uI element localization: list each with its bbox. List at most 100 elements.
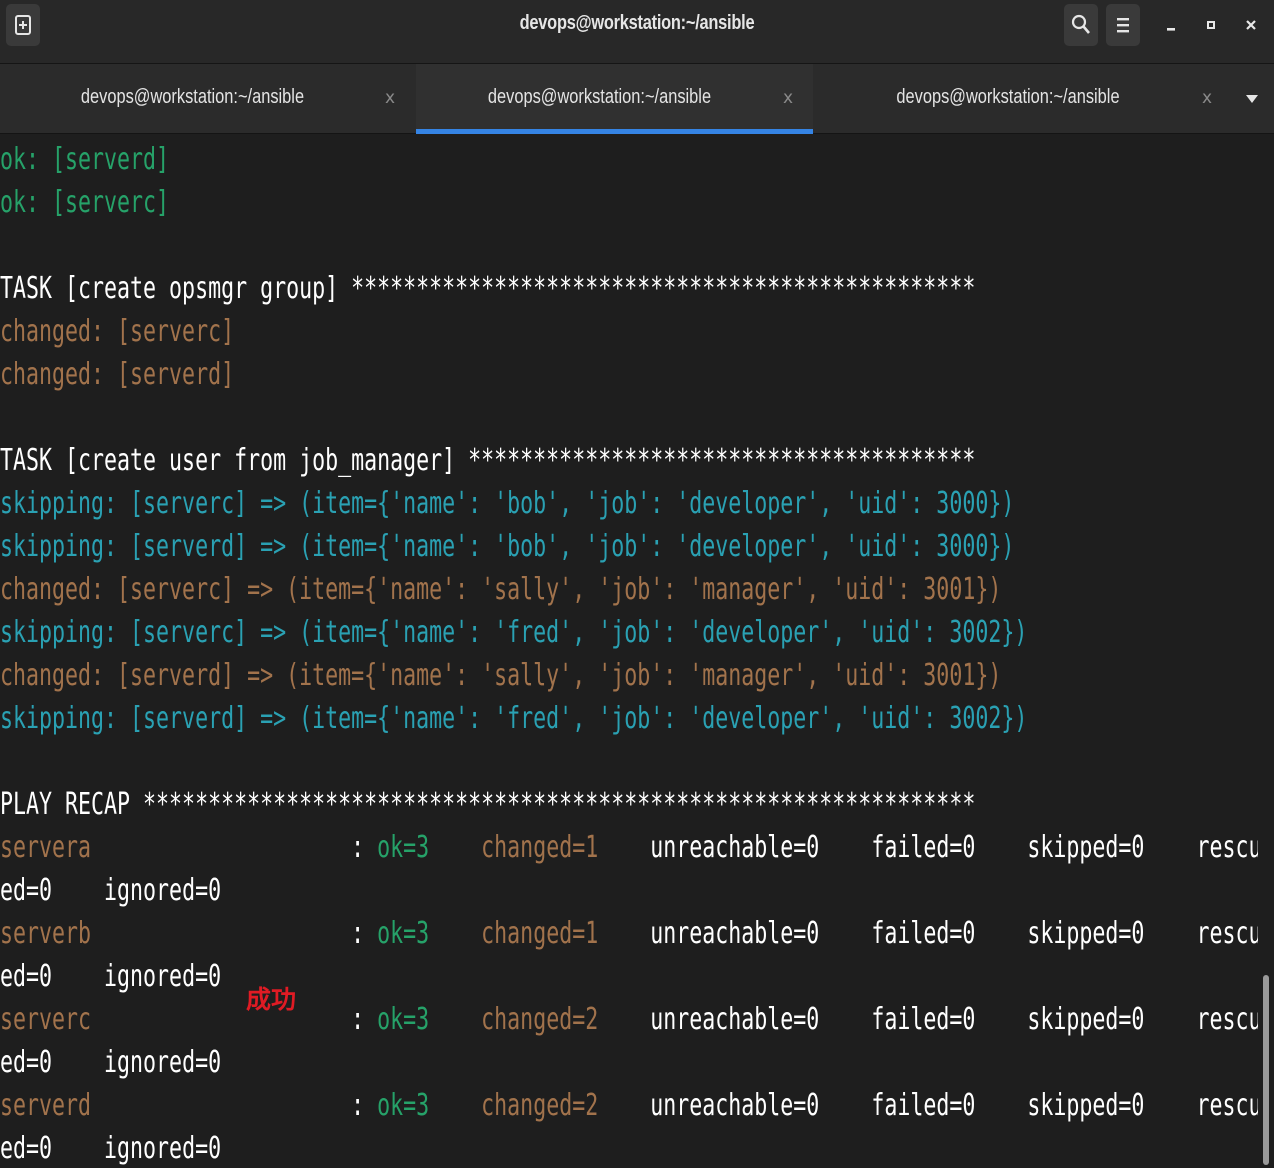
terminal-line-text: PLAY RECAP *****************************… (0, 787, 976, 822)
recap-changed: changed=1 (481, 916, 599, 951)
recap-ok: ok=3 (377, 916, 430, 951)
terminal-line: ed=0 ignored=0 (0, 869, 221, 912)
success-annotation: 成功 (246, 985, 297, 1014)
tab-close-icon[interactable]: x (385, 88, 395, 108)
recap-failed: failed=0 (871, 1088, 976, 1123)
terminal-line-text: changed: [serverc] => (item={'name': 'sa… (0, 572, 1002, 607)
terminal-output[interactable]: ok: [serverd] ok: [serverc] TASK [create o… (0, 135, 1258, 1168)
recap-host: serverd (0, 1088, 92, 1123)
close-button[interactable] (1236, 10, 1266, 40)
terminal-line: ed=0 ignored=0 (0, 1127, 221, 1168)
recap-skipped: skipped=0 (1027, 1088, 1145, 1123)
recap-ok: ok=3 (377, 1088, 430, 1123)
terminal-line-text: ok: [serverd] (0, 142, 170, 177)
terminal-line: changed: [serverd] => (item={'name': 'sa… (0, 654, 1001, 697)
terminal-line-text: skipping: [serverc] => (item={'name': 'b… (0, 486, 1015, 521)
hamburger-menu-icon (1117, 18, 1129, 33)
terminal-line: ok: [serverd] (0, 138, 169, 181)
tab-label: devops@workstation:~/ansible (896, 86, 1120, 108)
terminal-line: serverd : ok=3 changed=2 unreachable=0 f… (0, 1084, 1258, 1127)
search-button[interactable] (1064, 4, 1098, 46)
chevron-down-icon (1246, 95, 1258, 103)
terminal-line: skipping: [serverd] => (item={'name': 'b… (0, 525, 1014, 568)
terminal-line-text: skipping: [serverc] => (item={'name': 'f… (0, 615, 1028, 650)
terminal-line: skipping: [serverd] => (item={'name': 'f… (0, 697, 1027, 740)
recap-failed: failed=0 (871, 830, 976, 865)
recap-ignored: ignored=0 (104, 959, 222, 994)
recap-ignored: ignored=0 (104, 1131, 222, 1166)
tab-3[interactable]: devops@workstation:~/ansible x (814, 64, 1232, 133)
window-title: devops@workstation:~/ansible (519, 12, 755, 34)
terminal-scrollbar[interactable] (1258, 135, 1274, 1168)
tab-label: devops@workstation:~/ansible (80, 86, 305, 108)
recap-rescued-tail: ed=0 (0, 873, 53, 908)
recap-host: serverb (0, 916, 92, 951)
minimize-button[interactable] (1156, 10, 1186, 40)
recap-unreachable: unreachable=0 (650, 830, 820, 865)
minimize-icon (1167, 28, 1175, 31)
recap-rescued-tail: ed=0 (0, 1131, 53, 1166)
terminal-line-text: skipping: [serverd] => (item={'name': 'b… (0, 529, 1015, 564)
terminal-line: ok: [serverc] (0, 181, 169, 224)
recap-changed: changed=2 (481, 1002, 599, 1037)
search-icon (1071, 14, 1090, 34)
terminal-line: skipping: [serverc] => (item={'name': 'b… (0, 482, 1014, 525)
tab-close-icon[interactable]: x (1202, 88, 1212, 108)
terminal-line: serverb : ok=3 changed=1 unreachable=0 f… (0, 912, 1258, 955)
maximize-icon (1207, 21, 1215, 29)
recap-host: serverc (0, 1002, 92, 1037)
recap-unreachable: unreachable=0 (650, 1002, 820, 1037)
terminal-line-text: changed: [serverd] => (item={'name': 'sa… (0, 658, 1002, 693)
terminal-line: serverc : ok=3 changed=2 unreachable=0 f… (0, 998, 1258, 1041)
tab-list-button[interactable] (1240, 88, 1264, 110)
recap-changed: changed=2 (481, 1088, 599, 1123)
terminal-line: TASK [create user from job_manager] ****… (0, 439, 975, 482)
recap-failed: failed=0 (871, 916, 976, 951)
recap-skipped: skipped=0 (1027, 1002, 1145, 1037)
tab-label: devops@workstation:~/ansible (487, 86, 712, 108)
terminal-line-text: TASK [create opsmgr group] *************… (0, 271, 976, 306)
terminal-line: TASK [create opsmgr group] *************… (0, 267, 975, 310)
recap-ignored: ignored=0 (104, 1045, 222, 1080)
recap-skipped: skipped=0 (1027, 830, 1145, 865)
recap-changed: changed=1 (481, 830, 599, 865)
terminal-line-text: TASK [create user from job_manager] ****… (0, 443, 976, 478)
terminal-line-text: changed: [serverd] (0, 357, 235, 392)
scrollbar-thumb[interactable] (1263, 975, 1269, 1165)
tab-2-active[interactable]: devops@workstation:~/ansible x (416, 64, 813, 134)
maximize-button[interactable] (1196, 10, 1226, 40)
terminal-line-text: ok: [serverc] (0, 185, 170, 220)
tab-1[interactable]: devops@workstation:~/ansible x (0, 64, 415, 133)
recap-rescued-head: rescu (1196, 1088, 1258, 1123)
recap-host: servera (0, 830, 92, 865)
new-tab-icon (15, 15, 31, 35)
terminal-line: skipping: [serverc] => (item={'name': 'f… (0, 611, 1027, 654)
recap-unreachable: unreachable=0 (650, 1088, 820, 1123)
tab-bar: devops@workstation:~/ansible x devops@wo… (0, 64, 1274, 134)
terminal-line: ed=0 ignored=0 (0, 1041, 221, 1084)
recap-rescued-head: rescu (1196, 916, 1258, 951)
header-bar: devops@workstation:~/ansible (0, 0, 1274, 64)
recap-ok: ok=3 (377, 1002, 430, 1037)
recap-rescued-head: rescu (1196, 830, 1258, 865)
terminal-line: ed=0 ignored=0 (0, 955, 221, 998)
recap-rescued-tail: ed=0 (0, 1045, 53, 1080)
terminal-line: PLAY RECAP *****************************… (0, 783, 975, 826)
terminal-line-text: changed: [serverc] (0, 314, 235, 349)
terminal-line: changed: [serverc] (0, 310, 234, 353)
recap-failed: failed=0 (871, 1002, 976, 1037)
recap-ignored: ignored=0 (104, 873, 222, 908)
terminal-line-text: skipping: [serverd] => (item={'name': 'f… (0, 701, 1028, 736)
new-tab-button[interactable] (6, 4, 40, 46)
recap-ok: ok=3 (377, 830, 430, 865)
terminal-line: changed: [serverd] (0, 353, 234, 396)
menu-button[interactable] (1106, 4, 1140, 46)
recap-rescued-head: rescu (1196, 1002, 1258, 1037)
terminal-line: servera : ok=3 changed=1 unreachable=0 f… (0, 826, 1258, 869)
tab-close-icon[interactable]: x (783, 88, 793, 108)
terminal-line: changed: [serverc] => (item={'name': 'sa… (0, 568, 1001, 611)
close-icon (1246, 20, 1256, 30)
recap-rescued-tail: ed=0 (0, 959, 53, 994)
recap-skipped: skipped=0 (1027, 916, 1145, 951)
recap-unreachable: unreachable=0 (650, 916, 820, 951)
